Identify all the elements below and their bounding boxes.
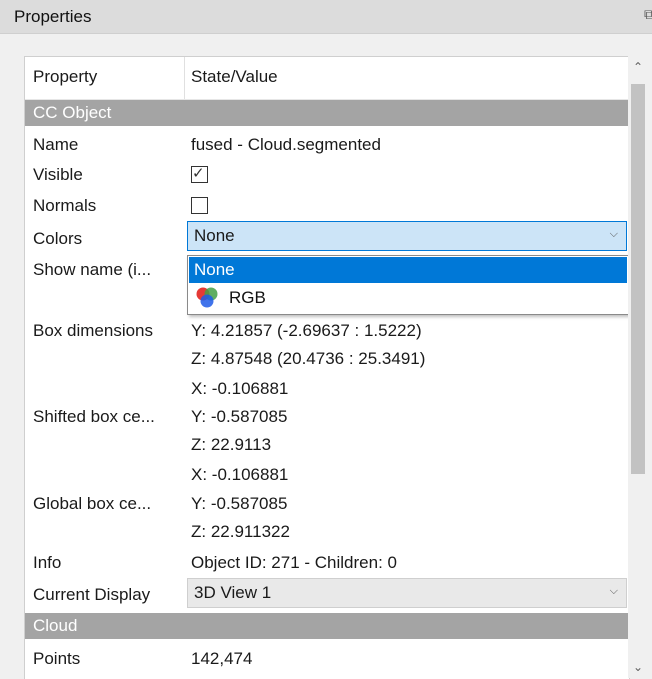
global-box-x: X: -0.106881 bbox=[191, 465, 289, 484]
property-value-points: 142,474 bbox=[191, 649, 253, 668]
box-dimensions-z: Z: 4.87548 (20.4736 : 25.3491) bbox=[191, 349, 426, 368]
section-label: Cloud bbox=[33, 616, 78, 635]
properties-table: Property State/Value CC Object Name fuse… bbox=[24, 56, 630, 679]
scroll-down-icon[interactable]: ⌄ bbox=[628, 660, 648, 674]
colors-combobox-value: None bbox=[194, 226, 235, 245]
properties-titlebar: Properties ⧉ bbox=[0, 0, 652, 34]
vertical-scrollbar[interactable]: ⌃ ⌄ bbox=[628, 56, 648, 678]
normals-checkbox[interactable] bbox=[191, 197, 208, 214]
dropdown-option-none[interactable]: None bbox=[189, 257, 627, 283]
chevron-down-icon: ⌵ bbox=[609, 585, 618, 597]
column-header-property[interactable]: Property bbox=[33, 67, 97, 87]
column-divider[interactable] bbox=[184, 57, 185, 99]
restore-icon[interactable]: ⧉ bbox=[644, 6, 652, 24]
current-display-combobox-value: 3D View 1 bbox=[194, 583, 272, 602]
rgb-color-icon bbox=[196, 287, 218, 308]
checkmark-icon: ✓ bbox=[192, 165, 205, 182]
property-label-visible: Visible bbox=[33, 165, 83, 184]
option-label: None bbox=[194, 260, 235, 279]
global-box-y: Y: -0.587085 bbox=[191, 494, 288, 513]
shifted-box-x: X: -0.106881 bbox=[191, 379, 289, 398]
property-label-shifted-box: Shifted box ce... bbox=[33, 407, 155, 426]
shifted-box-y: Y: -0.587085 bbox=[191, 407, 288, 426]
property-label-info: Info bbox=[33, 553, 62, 572]
property-label-current-display: Current Display bbox=[33, 585, 151, 604]
property-label-global-box: Global box ce... bbox=[33, 494, 152, 513]
shifted-box-z: Z: 22.9113 bbox=[191, 435, 272, 454]
chevron-down-icon: ⌵ bbox=[609, 228, 618, 240]
property-label-points: Points bbox=[33, 649, 81, 668]
current-display-combobox[interactable]: 3D View 1 ⌵ bbox=[187, 578, 627, 608]
section-header-cc-object: CC Object bbox=[25, 100, 629, 126]
scrollbar-thumb[interactable] bbox=[631, 84, 645, 474]
scroll-up-icon[interactable]: ⌃ bbox=[628, 60, 648, 74]
visible-checkbox[interactable]: ✓ bbox=[191, 165, 208, 183]
property-label-box-dimensions: Box dimensions bbox=[33, 321, 154, 340]
property-value-info: Object ID: 271 - Children: 0 bbox=[191, 553, 397, 572]
table-header: Property State/Value bbox=[25, 57, 629, 100]
property-label-colors: Colors bbox=[33, 229, 83, 248]
property-label-name: Name bbox=[33, 135, 79, 154]
panel-title: Properties bbox=[14, 7, 92, 26]
section-header-cloud: Cloud bbox=[25, 613, 629, 639]
dropdown-option-rgb[interactable]: RGB bbox=[189, 284, 627, 312]
section-label: CC Object bbox=[33, 103, 112, 122]
column-header-value[interactable]: State/Value bbox=[191, 67, 278, 87]
property-value-name[interactable]: fused - Cloud.segmented bbox=[191, 135, 381, 155]
colors-dropdown-list: None RGB bbox=[187, 255, 629, 315]
property-label-normals: Normals bbox=[33, 196, 97, 215]
property-label-show-name: Show name (i... bbox=[33, 260, 152, 279]
option-label: RGB bbox=[229, 288, 266, 307]
colors-combobox[interactable]: None ⌵ bbox=[187, 221, 627, 251]
global-box-z: Z: 22.911322 bbox=[191, 522, 290, 541]
box-dimensions-y: Y: 4.21857 (-2.69637 : 1.5222) bbox=[191, 321, 422, 340]
